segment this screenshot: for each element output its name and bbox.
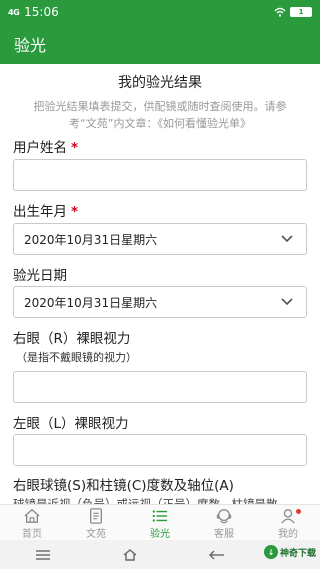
exam-date-label-text: 验光日期	[13, 268, 67, 284]
left-eye-input[interactable]	[13, 434, 307, 466]
status-right: 1	[274, 7, 312, 17]
right-lens-hint: 球镜是近视（负号）或远视（正号）度数，柱镜是散	[13, 497, 278, 504]
tab-home-label: 首页	[22, 529, 42, 540]
exam-date-label: 验光日期	[13, 264, 67, 284]
status-bar: 4G 15:06 1	[0, 0, 320, 24]
right-eye-hint: （是指不戴眼镜的视力）	[16, 351, 137, 364]
wifi-icon	[274, 7, 286, 17]
tab-home[interactable]: 首页	[0, 505, 64, 540]
status-time: 15:06	[24, 5, 59, 19]
signal-indicator: 4G	[8, 7, 20, 17]
watermark-icon: ↓	[263, 545, 278, 559]
tab-articles[interactable]: 文苑	[64, 505, 128, 540]
required-marker: *	[71, 204, 79, 220]
back-icon[interactable]	[208, 549, 225, 561]
right-lens-label: 右眼球镜(S)和柱镜(C)度数及轴位(A)	[13, 474, 234, 494]
notification-badge	[296, 509, 301, 514]
birth-date-select[interactable]: 2020年10月31日星期六	[13, 223, 307, 255]
home-icon	[24, 508, 40, 523]
document-icon	[90, 508, 102, 524]
birth-label-text: 出生年月	[13, 204, 67, 220]
page-title: 验光	[14, 36, 47, 55]
tab-optometry-label: 验光	[150, 529, 170, 540]
intro-line-1: 把验光结果填表提交，供配镜或随时查阅使用。请参	[33, 100, 287, 113]
right-lens-label-text: 右眼球镜(S)和柱镜(C)度数及轴位(A)	[13, 478, 234, 494]
list-icon	[152, 510, 168, 522]
app-bar: 验光	[0, 24, 320, 64]
tab-service[interactable]: 客服	[192, 505, 256, 540]
exam-date-select[interactable]: 2020年10月31日星期六	[13, 286, 307, 318]
section-title: 我的验光结果	[118, 75, 202, 91]
birth-date-value: 2020年10月31日星期六	[24, 232, 158, 247]
left-eye-label-text: 左眼（L）裸眼视力	[13, 416, 129, 432]
tab-service-label: 客服	[214, 529, 234, 540]
headset-icon	[216, 509, 232, 524]
intro-text: 把验光结果填表提交，供配镜或随时查阅使用。请参 考“文苑”内文章：《如何看懂验光…	[14, 98, 306, 132]
watermark-text: 神奇下载	[279, 548, 316, 559]
right-eye-input[interactable]	[13, 371, 307, 403]
tab-optometry[interactable]: 验光	[128, 505, 192, 540]
right-eye-label: 右眼（R）裸眼视力	[13, 327, 130, 347]
bottom-tab-bar: 首页 文苑 验光 客服 我的	[0, 504, 320, 540]
chevron-down-icon	[281, 235, 293, 243]
right-eye-label-text: 右眼（R）裸眼视力	[13, 331, 131, 347]
chevron-down-icon	[281, 298, 293, 306]
tab-profile[interactable]: 我的	[256, 505, 320, 540]
intro-line-2: 考“文苑”内文章：《如何看懂验光单》	[69, 117, 251, 130]
exam-date-value: 2020年10月31日星期六	[24, 295, 158, 310]
menu-icon[interactable]	[35, 549, 51, 561]
birth-label: 出生年月 *	[13, 200, 78, 220]
name-input[interactable]	[13, 159, 307, 191]
name-label: 用户姓名 *	[13, 136, 78, 156]
name-label-text: 用户姓名	[13, 140, 67, 156]
home-key-icon[interactable]	[122, 548, 138, 561]
user-icon	[281, 509, 295, 524]
tab-profile-label: 我的	[278, 529, 298, 540]
left-eye-label: 左眼（L）裸眼视力	[13, 412, 129, 432]
battery-icon: 1	[290, 7, 312, 17]
watermark: ↓ 神奇下载	[263, 545, 316, 559]
form-content[interactable]: 我的验光结果 把验光结果填表提交，供配镜或随时查阅使用。请参 考“文苑”内文章：…	[0, 64, 320, 504]
required-marker: *	[71, 140, 79, 156]
tab-articles-label: 文苑	[86, 529, 106, 540]
battery-level: 1	[298, 8, 304, 16]
